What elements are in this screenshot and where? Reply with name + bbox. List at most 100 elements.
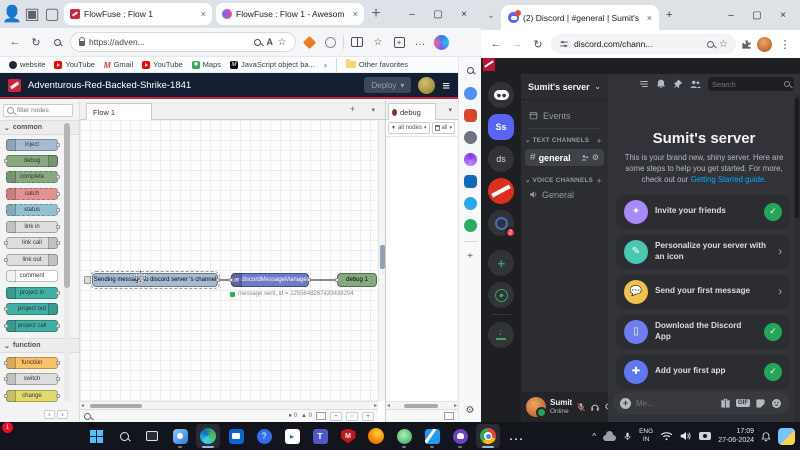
zoom-out-button[interactable]: − — [330, 412, 342, 421]
bookmark-youtube-2[interactable]: YouTube — [142, 60, 182, 69]
favorites-icon[interactable]: ☆ — [370, 34, 386, 50]
pinned-messages-icon[interactable] — [673, 79, 683, 89]
explore-servers-button[interactable]: ◆ — [488, 282, 514, 308]
sidebar-settings-icon[interactable]: ⚙ — [466, 405, 475, 416]
tray-camera-icon[interactable] — [699, 432, 711, 440]
palette-node-debug[interactable]: debug — [6, 155, 58, 167]
sticker-icon[interactable] — [755, 398, 766, 409]
sidebar-outlook-icon[interactable] — [464, 175, 477, 188]
palette-filter[interactable] — [3, 104, 73, 117]
language-indicator[interactable]: ENGIN — [639, 428, 653, 444]
tray-mic-icon[interactable] — [623, 431, 632, 442]
server-header[interactable]: Sumit's server ⌄ — [521, 74, 608, 100]
profile-avatar[interactable] — [757, 37, 772, 52]
inject-button[interactable] — [84, 276, 91, 284]
debug-scrollbar[interactable]: ◂ ▸ — [386, 401, 458, 409]
headphones-icon[interactable] — [590, 402, 600, 412]
close-button[interactable]: × — [770, 2, 796, 28]
task-view-button[interactable] — [140, 424, 164, 448]
canvas-vertical-scrollbar[interactable] — [378, 120, 385, 401]
tab-close-icon[interactable]: × — [201, 9, 206, 19]
node-inject-sending-message[interactable]: Sending message to discord server 's cha… — [92, 273, 218, 287]
palette-node-function[interactable]: function — [6, 357, 58, 369]
filter-nodes-dropdown[interactable]: ▼all nodes▾ — [388, 122, 430, 134]
sidebar-app-icon-1[interactable] — [464, 87, 477, 100]
canvas-hscroll-thumb[interactable] — [90, 404, 142, 408]
favorite-star-icon[interactable]: ☆ — [277, 34, 287, 50]
clear-log-dropdown[interactable]: all▾ — [432, 122, 456, 134]
tray-expand-icon[interactable]: ^ — [592, 432, 596, 441]
bookmark-youtube[interactable]: YouTube — [54, 60, 94, 69]
taskbar-chrome-icon[interactable] — [476, 424, 500, 448]
address-text[interactable]: discord.com/chann... — [574, 39, 702, 49]
channel-settings-icon[interactable]: ⚙ — [592, 153, 599, 162]
server-icon-sumits[interactable]: Ss — [488, 114, 514, 140]
palette-node-project-in[interactable]: project in — [6, 287, 58, 299]
metamask-extension-icon[interactable] — [301, 34, 317, 50]
node-debug-1[interactable]: debug 1 — [337, 273, 377, 287]
mcafee-icon[interactable]: M — [336, 424, 360, 448]
palette-node-inject[interactable]: inject — [6, 139, 58, 151]
expand-all-button[interactable]: ∨ — [57, 410, 68, 419]
member-list-icon[interactable] — [690, 79, 701, 90]
tab-search-icon[interactable]: ⌄ — [485, 10, 497, 21]
user-avatar[interactable] — [526, 397, 546, 417]
open-window-icon[interactable] — [444, 412, 454, 420]
tab-actions-icon[interactable]: ▢ — [44, 6, 60, 22]
profile-icon[interactable]: 👤 — [4, 6, 20, 22]
tab-close-icon[interactable]: × — [647, 13, 652, 23]
tab-discord[interactable]: (2) Discord | #general | Sumit's × — [501, 5, 659, 30]
emoji-icon[interactable] — [771, 398, 782, 409]
split-screen-icon[interactable] — [349, 34, 365, 50]
taskbar-search-button[interactable] — [112, 424, 136, 448]
close-button[interactable]: × — [451, 1, 477, 27]
zoom-reset-button[interactable]: ○ — [346, 412, 358, 421]
palette-node-catch[interactable]: catch — [6, 188, 58, 200]
palette-node-complete[interactable]: complete — [6, 171, 58, 183]
sidebar-search-icon[interactable] — [462, 62, 478, 78]
zoom-in-button[interactable]: + — [362, 412, 374, 421]
card-invite-friends[interactable]: ✦ Invite your friends ✓ — [616, 195, 790, 229]
firefox-icon[interactable] — [364, 424, 388, 448]
palette-node-link-out[interactable]: link out — [6, 254, 58, 266]
address-bar[interactable]: https://adven... A ☆ — [70, 32, 296, 52]
mic-muted-icon[interactable] — [576, 402, 586, 412]
bookmark-website[interactable]: website — [9, 60, 45, 69]
message-composer[interactable]: + GIF — [613, 392, 789, 414]
debug-scroll-thumb[interactable] — [404, 404, 438, 408]
server-menu-icon[interactable]: ⌄ — [594, 82, 601, 91]
main-menu-icon[interactable]: ≡ — [442, 79, 450, 92]
sidebar-add-button[interactable]: + — [467, 251, 473, 262]
address-text[interactable]: https://adven... — [89, 37, 249, 47]
sidebar-menu-icon[interactable]: ▾ — [448, 106, 452, 114]
scroll-left-icon[interactable]: ◂ — [387, 402, 390, 409]
palette-scrollbar[interactable] — [64, 121, 70, 402]
tab-flow-1[interactable]: Flow 1 — [86, 103, 152, 120]
microsoft-store-icon[interactable] — [224, 424, 248, 448]
weather-widget-icon[interactable] — [778, 428, 795, 445]
server-icon-red[interactable] — [488, 178, 514, 204]
filter-nodes-input[interactable] — [17, 107, 67, 114]
sidebar-shopping-icon[interactable] — [464, 109, 477, 122]
navigator-icon[interactable] — [316, 412, 326, 420]
canvas-horizontal-scrollbar[interactable]: ◂ ▸ — [80, 401, 378, 409]
node-discord-message-manager[interactable]: ✉ discordMessageManager — [231, 273, 309, 287]
palette-node-project-call[interactable]: project call — [6, 320, 58, 332]
notifications-bell-icon[interactable] — [656, 79, 666, 89]
app-icon-green[interactable] — [392, 424, 416, 448]
invite-people-icon[interactable] — [581, 154, 589, 162]
zoom-icon[interactable] — [707, 41, 714, 48]
collapse-all-button[interactable]: ∧ — [44, 410, 55, 419]
address-bar[interactable]: discord.com/chann... ☆ — [551, 34, 736, 54]
bookmarks-overflow-icon[interactable]: › — [324, 60, 327, 70]
canvas-grid[interactable]: Sending message to discord server 's cha… — [80, 120, 378, 401]
minimize-button[interactable]: – — [718, 2, 744, 28]
message-input[interactable] — [636, 399, 715, 408]
taskbar-overflow-icon[interactable]: … — [504, 424, 528, 448]
palette-node-link-in[interactable]: link in — [6, 221, 58, 233]
attach-icon[interactable]: + — [620, 398, 631, 409]
flow-list-icon[interactable]: ▾ — [371, 106, 375, 114]
bookmark-mdn[interactable]: MJavaScript object ba... — [230, 60, 315, 69]
palette-node-switch[interactable]: switch — [6, 373, 58, 385]
scroll-right-icon[interactable]: ▸ — [374, 402, 377, 409]
